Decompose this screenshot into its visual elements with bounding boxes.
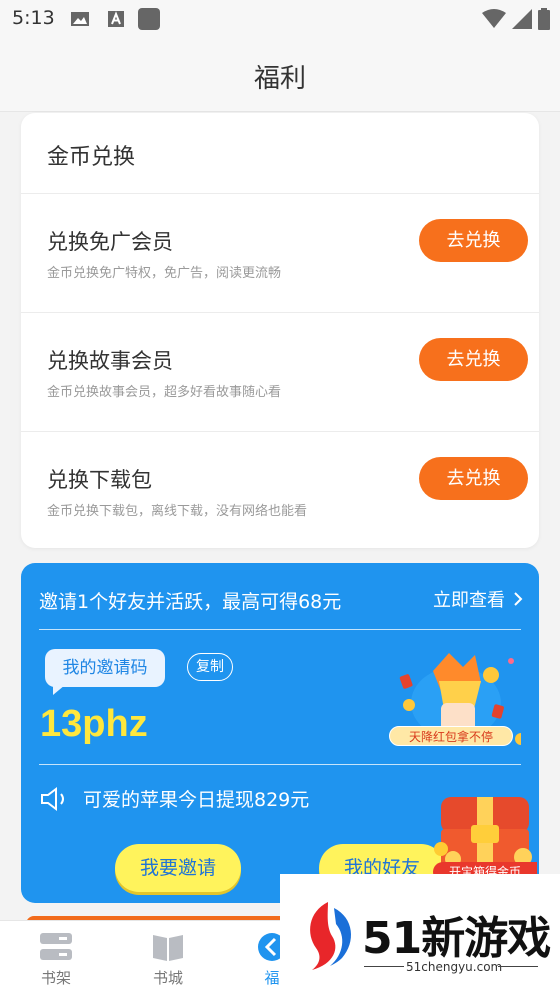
battery-icon [538, 8, 550, 30]
watermark-logo-icon [310, 902, 352, 970]
app-notification-icon [138, 8, 160, 30]
exchange-item-desc: 金币兑换下载包，离线下载，没有网络也能看 [47, 504, 308, 519]
promo-tag: 天降红包拿不停 [389, 726, 513, 746]
signal-icon [512, 9, 532, 29]
nav-label: 福 [264, 969, 280, 987]
view-now-label: 立即查看 [433, 590, 505, 611]
watermark-url: 51chengyu.com [406, 960, 503, 974]
exchange-button-ad-free[interactable]: 去兑换 [419, 219, 528, 262]
nav-item-bookstore[interactable]: 书城 [128, 931, 208, 988]
exchange-item-ad-free: 兑换免广会员 金币兑换免广特权，免广告，阅读更流畅 去兑换 [21, 193, 539, 312]
bookshelf-icon [40, 933, 72, 960]
status-bar: 5:13 [0, 0, 560, 38]
divider [39, 764, 521, 765]
withdraw-ticker: 可爱的苹果今日提现829元 [39, 785, 309, 812]
exchange-button-download[interactable]: 去兑换 [419, 457, 528, 500]
view-now-link[interactable]: 立即查看 [433, 586, 523, 612]
divider [498, 966, 538, 967]
invite-card: 邀请1个好友并活跃，最高可得68元 立即查看 我的邀请码 复制 13phz 天降… [21, 563, 539, 903]
exchange-button-story[interactable]: 去兑换 [419, 338, 528, 381]
watermark-brand: 51新游戏 [362, 913, 551, 964]
book-icon [153, 935, 183, 961]
nav-label: 书架 [40, 969, 71, 987]
invite-headline: 邀请1个好友并活跃，最高可得68元 [39, 591, 342, 613]
speaker-icon [41, 786, 64, 811]
watermark: 51新游戏 51chengyu.com [280, 874, 560, 995]
exchange-item-desc: 金币兑换免广特权，免广告，阅读更流畅 [47, 266, 282, 281]
exchange-item-download: 兑换下载包 金币兑换下载包，离线下载，没有网络也能看 去兑换 [21, 431, 539, 550]
invite-code: 13phz [40, 703, 148, 745]
invite-code-label: 我的邀请码 [45, 649, 165, 695]
nav-item-bookshelf[interactable]: 书架 [16, 931, 96, 988]
exchange-item-title: 兑换故事会员 [47, 349, 173, 373]
invite-button[interactable]: 我要邀请 [115, 844, 241, 892]
exchange-item-story: 兑换故事会员 金币兑换故事会员，超多好看故事随心看 去兑换 [21, 312, 539, 431]
page-title: 福利 [253, 64, 306, 94]
copy-button[interactable]: 复制 [187, 653, 233, 681]
status-time: 5:13 [12, 7, 55, 29]
wifi-icon [482, 9, 506, 28]
exchange-heading: 金币兑换 [47, 145, 136, 170]
image-notification-icon [71, 12, 89, 26]
chevron-right-icon [514, 592, 523, 606]
divider [364, 966, 404, 967]
title-bar: 福利 [0, 38, 560, 112]
status-indicators [482, 8, 550, 30]
exchange-item-title: 兑换下载包 [47, 468, 152, 492]
ticker-text: 可爱的苹果今日提现829元 [83, 789, 310, 811]
divider [39, 629, 521, 630]
exchange-item-title: 兑换免广会员 [47, 230, 173, 254]
coin-exchange-card: 金币兑换 兑换免广会员 金币兑换免广特权，免广告，阅读更流畅 去兑换 兑换故事会… [21, 113, 539, 548]
nav-label: 书城 [152, 969, 183, 987]
exchange-item-desc: 金币兑换故事会员，超多好看故事随心看 [47, 385, 282, 400]
text-notification-icon [108, 11, 124, 27]
